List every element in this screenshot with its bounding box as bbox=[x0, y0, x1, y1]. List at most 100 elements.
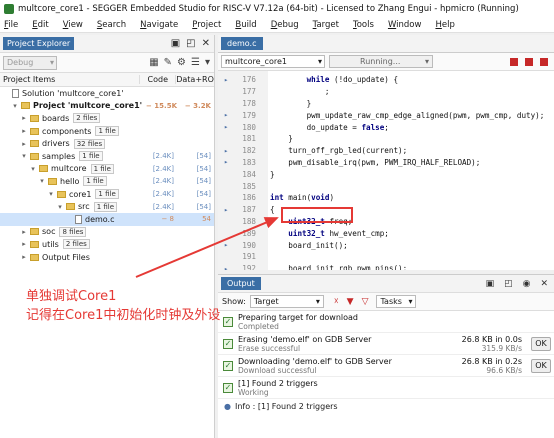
code-line[interactable]: ▸ 176 while (!do_update) { bbox=[218, 74, 554, 86]
expander-icon[interactable]: ▸ bbox=[20, 253, 28, 261]
tree-item-label: boards bbox=[42, 113, 70, 123]
expander-icon[interactable]: ▾ bbox=[47, 190, 55, 198]
tree-row[interactable]: ▾ src 1 file [2.4K] [54] bbox=[0, 200, 214, 213]
tree-row[interactable]: Solution 'multcore_core1' bbox=[0, 87, 214, 100]
expander-icon[interactable]: ▸ bbox=[20, 127, 28, 135]
expander-icon[interactable]: ▾ bbox=[38, 177, 46, 185]
menu-item-build[interactable]: Build bbox=[235, 20, 256, 30]
expander-icon[interactable]: ▸ bbox=[20, 228, 28, 236]
tasks-select[interactable]: Tasks ▾ bbox=[376, 295, 417, 308]
breakpoint-marker-icon[interactable]: ▸ bbox=[224, 123, 228, 131]
tree-row[interactable]: ▸ boards 2 files bbox=[0, 112, 214, 125]
tab-demo-c[interactable]: demo.c bbox=[221, 37, 263, 50]
code-text: pwm_disable_irq(pwm, PWM_IRQ_HALF_RELOAD… bbox=[270, 157, 481, 167]
tree-row[interactable]: demo.c − 8 54 bbox=[0, 212, 214, 226]
tree-row[interactable]: ▾ samples 1 file [2.4K] [54] bbox=[0, 150, 214, 163]
ok-button[interactable]: OK bbox=[531, 336, 551, 351]
code-line[interactable]: ▸ 179 pwm_update_raw_cmp_edge_aligned(pwm… bbox=[218, 109, 554, 121]
tab-output[interactable]: Output bbox=[221, 277, 261, 290]
code-line[interactable]: ▸ 183 pwm_disable_irq(pwm, PWM_IRQ_HALF_R… bbox=[218, 157, 554, 169]
expander-icon[interactable]: ▸ bbox=[20, 240, 28, 248]
code-line[interactable]: 191 bbox=[218, 251, 554, 263]
close-icon[interactable]: ✕ bbox=[202, 38, 210, 49]
tab-project-explorer[interactable]: Project Explorer bbox=[3, 37, 75, 50]
properties-icon[interactable]: ⚙ bbox=[177, 57, 186, 68]
stop-icon[interactable] bbox=[525, 57, 533, 66]
code-line[interactable]: 181 } bbox=[218, 133, 554, 145]
tree-row[interactable]: ▾ Project 'multcore_core1' − 15.5K − 3.2K bbox=[0, 100, 214, 113]
breakpoint-marker-icon[interactable]: ▸ bbox=[224, 206, 228, 214]
expander-icon[interactable]: ▾ bbox=[56, 203, 64, 211]
add-file-icon[interactable]: ✎ bbox=[164, 57, 172, 68]
expander-icon[interactable]: ▾ bbox=[11, 102, 19, 110]
menu-item-navigate[interactable]: Navigate bbox=[140, 20, 178, 30]
tree-row[interactable]: ▸ Output Files bbox=[0, 251, 214, 264]
menu-item-tools[interactable]: Tools bbox=[353, 20, 374, 30]
clear-icon[interactable]: ☓ bbox=[334, 297, 339, 307]
tree-row[interactable]: ▸ utils 2 files bbox=[0, 238, 214, 251]
breakpoint-marker-icon[interactable]: ▸ bbox=[224, 241, 228, 249]
filter-icon[interactable]: ▼ bbox=[347, 297, 354, 307]
binoculars-icon[interactable]: ◉ bbox=[523, 279, 531, 289]
code-line[interactable]: 185 bbox=[218, 180, 554, 192]
code-line[interactable]: ▸ 187 { bbox=[218, 204, 554, 216]
project-select[interactable]: multcore_core1 ▾ bbox=[221, 55, 325, 68]
menu-item-debug[interactable]: Debug bbox=[271, 20, 299, 30]
code-line[interactable]: ▸ 192 board_init_rgb_pwm_pins(); bbox=[218, 263, 554, 270]
expander-icon[interactable]: ▾ bbox=[20, 152, 28, 160]
build-config-select[interactable]: Debug ▾ bbox=[3, 55, 57, 70]
options-icon[interactable]: ☰ bbox=[191, 57, 200, 68]
tree-row[interactable]: ▸ drivers 32 files bbox=[0, 137, 214, 150]
reset-icon[interactable] bbox=[540, 57, 548, 66]
code-text: uint32_t hw_event_cmp; bbox=[288, 228, 389, 238]
pin-icon[interactable]: ◰ bbox=[504, 279, 513, 289]
build-icon[interactable]: ▦ bbox=[149, 57, 158, 68]
menu-item-window[interactable]: Window bbox=[388, 20, 422, 30]
menu-item-search[interactable]: Search bbox=[97, 20, 126, 30]
tree-row[interactable]: ▾ core1 1 file [2.4K] [54] bbox=[0, 188, 214, 201]
menu-item-view[interactable]: View bbox=[63, 20, 83, 30]
code-line[interactable]: 177 ; bbox=[218, 86, 554, 98]
close-icon[interactable]: ✕ bbox=[540, 279, 548, 289]
column-code[interactable]: Code bbox=[139, 75, 175, 84]
code-line[interactable]: 184} bbox=[218, 168, 554, 180]
breakpoint-marker-icon[interactable]: ▸ bbox=[224, 147, 228, 155]
breakpoint-marker-icon[interactable]: ▸ bbox=[224, 158, 228, 166]
pin-icon[interactable]: ◰ bbox=[186, 38, 195, 49]
menu-item-edit[interactable]: Edit bbox=[32, 20, 48, 30]
filter-off-icon[interactable]: ▽ bbox=[362, 297, 369, 307]
dock-icon[interactable]: ▣ bbox=[171, 38, 180, 49]
more-icon[interactable]: ▾ bbox=[205, 57, 210, 68]
code-line[interactable]: 189 uint32_t hw_event_cmp; bbox=[218, 227, 554, 239]
tree-row[interactable]: ▸ soc 8 files bbox=[0, 226, 214, 239]
output-row: ✓ [1] Found 2 triggers Working bbox=[218, 377, 554, 399]
breakpoint-marker-icon[interactable]: ▸ bbox=[224, 111, 228, 119]
tree-row[interactable]: ▾ hello 1 file [2.4K] [54] bbox=[0, 175, 214, 188]
ok-button[interactable]: OK bbox=[531, 358, 551, 373]
menu-item-help[interactable]: Help bbox=[435, 20, 454, 30]
expander-icon[interactable]: ▸ bbox=[20, 140, 28, 148]
pause-icon[interactable] bbox=[510, 57, 518, 66]
code-line[interactable]: 186 int main(void) bbox=[218, 192, 554, 204]
menu-item-file[interactable]: File bbox=[4, 20, 18, 30]
code-line[interactable]: ▸ 182 turn_off_rgb_led(current); bbox=[218, 145, 554, 157]
line-number: 179 bbox=[242, 110, 256, 120]
code-line[interactable]: ▸ 180 do_update = false; bbox=[218, 121, 554, 133]
expander-icon[interactable]: ▸ bbox=[20, 114, 28, 122]
code-line[interactable]: 188 uint32_t freq; bbox=[218, 216, 554, 228]
expander-icon[interactable]: ▾ bbox=[29, 165, 37, 173]
menu-item-project[interactable]: Project bbox=[192, 20, 221, 30]
breakpoint-marker-icon[interactable]: ▸ bbox=[224, 265, 228, 270]
breakpoint-marker-icon[interactable]: ▸ bbox=[224, 76, 228, 84]
debug-status-select[interactable]: Running... ▾ bbox=[329, 55, 433, 68]
tree-row[interactable]: ▸ components 1 file bbox=[0, 125, 214, 138]
code-line[interactable]: 178 } bbox=[218, 98, 554, 110]
menu-item-target[interactable]: Target bbox=[313, 20, 339, 30]
column-project-items[interactable]: Project Items bbox=[0, 75, 139, 84]
dock-icon[interactable]: ▣ bbox=[486, 279, 495, 289]
code-line[interactable]: ▸ 190 board_init(); bbox=[218, 239, 554, 251]
tree-row[interactable]: ▾ multcore 1 file [2.4K] [54] bbox=[0, 163, 214, 176]
code-editor[interactable]: ▸ 176 while (!do_update) {177 ; 178 } ▸ 179 … bbox=[218, 71, 554, 270]
show-select[interactable]: Target ▾ bbox=[249, 295, 324, 308]
column-data[interactable]: Data+RO bbox=[175, 75, 214, 84]
